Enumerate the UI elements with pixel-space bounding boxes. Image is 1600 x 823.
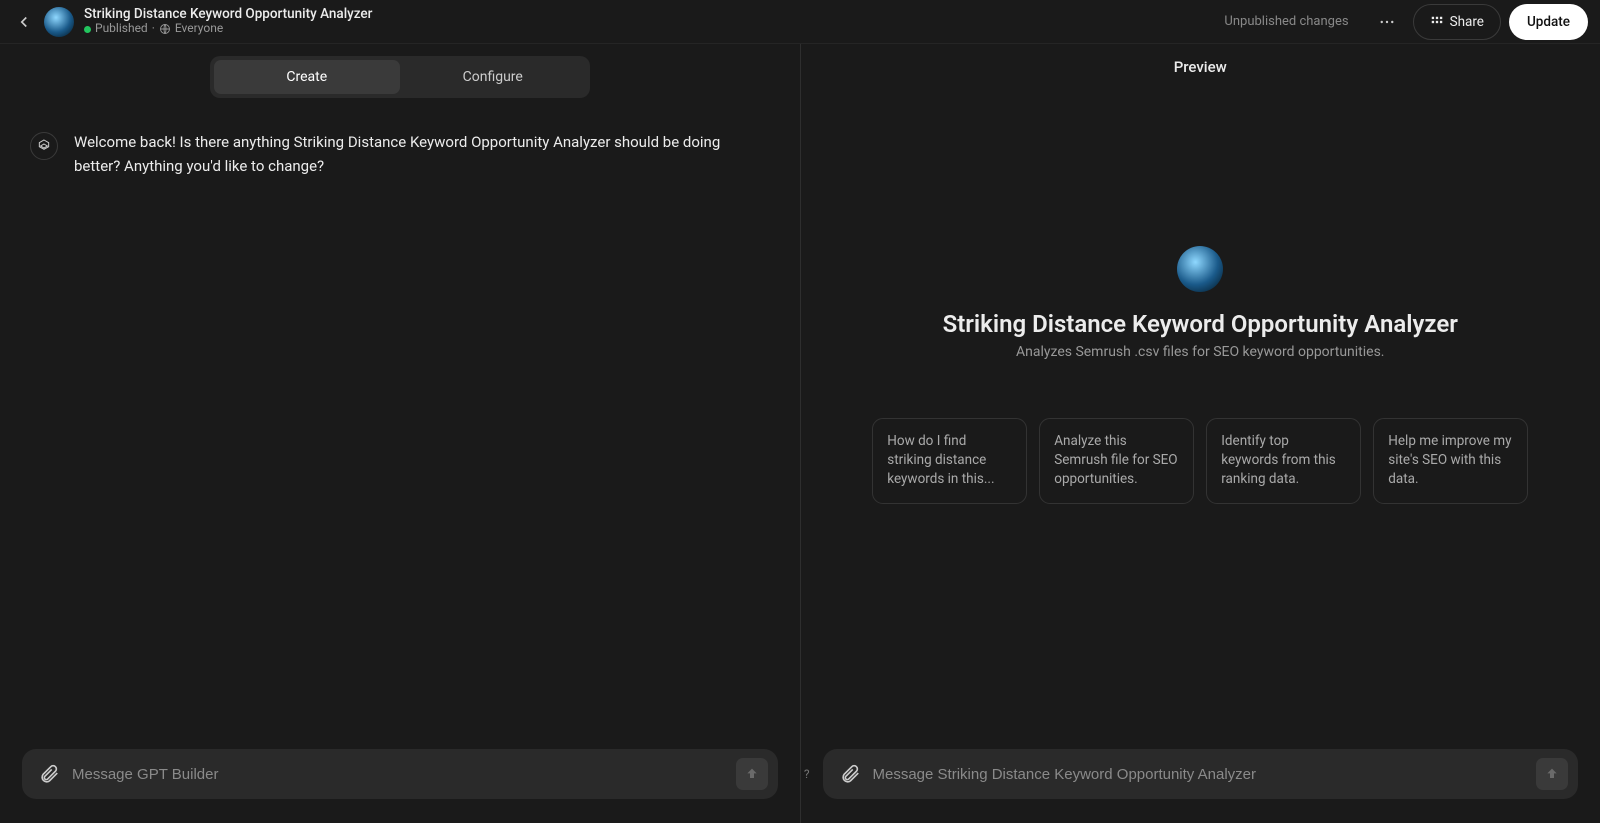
paperclip-icon xyxy=(839,763,861,785)
suggestion-card[interactable]: How do I find striking distance keywords… xyxy=(872,418,1027,504)
builder-tabs: Create Configure xyxy=(210,56,590,98)
status-dot-icon xyxy=(84,26,91,33)
builder-composer: ? xyxy=(22,749,778,799)
attach-button[interactable] xyxy=(833,757,867,791)
back-button[interactable] xyxy=(12,10,36,34)
arrow-up-icon xyxy=(1544,766,1560,782)
assistant-avatar xyxy=(30,132,58,160)
tab-create[interactable]: Create xyxy=(214,60,400,94)
unpublished-changes-label: Unpublished changes xyxy=(1224,14,1348,29)
attach-button[interactable] xyxy=(32,757,66,791)
suggestion-card[interactable]: Help me improve my site's SEO with this … xyxy=(1373,418,1528,504)
gpt-avatar xyxy=(44,7,74,37)
preview-input[interactable] xyxy=(867,766,1537,783)
suggestion-card[interactable]: Analyze this Semrush file for SEO opport… xyxy=(1039,418,1194,504)
suggestion-card[interactable]: Identify top keywords from this ranking … xyxy=(1206,418,1361,504)
share-icon xyxy=(1430,15,1444,29)
chevron-left-icon xyxy=(15,13,33,31)
preview-gpt-title: Striking Distance Keyword Opportunity An… xyxy=(943,310,1458,338)
globe-icon xyxy=(159,23,171,35)
page-title: Striking Distance Keyword Opportunity An… xyxy=(84,7,372,23)
update-button[interactable]: Update xyxy=(1509,4,1588,40)
preview-gpt-description: Analyzes Semrush .csv files for SEO keyw… xyxy=(1016,344,1385,360)
tab-configure[interactable]: Configure xyxy=(400,60,586,94)
preview-composer: ? xyxy=(823,749,1579,799)
status-separator: · xyxy=(152,22,155,36)
status-published: Published xyxy=(95,22,148,36)
update-button-label: Update xyxy=(1527,14,1570,30)
send-button[interactable] xyxy=(1536,758,1568,790)
ellipsis-icon xyxy=(1378,13,1396,31)
arrow-up-icon xyxy=(744,766,760,782)
builder-input[interactable] xyxy=(66,766,736,783)
preview-heading: Preview xyxy=(801,44,1600,86)
send-button[interactable] xyxy=(736,758,768,790)
preview-gpt-avatar xyxy=(1177,246,1223,292)
more-menu-button[interactable] xyxy=(1369,4,1405,40)
assistant-message: Welcome back! Is there anything Striking… xyxy=(74,130,750,178)
share-button-label: Share xyxy=(1450,14,1484,30)
share-button[interactable]: Share xyxy=(1413,4,1501,40)
openai-icon xyxy=(36,138,52,154)
paperclip-icon xyxy=(38,763,60,785)
status-audience: Everyone xyxy=(175,22,223,36)
